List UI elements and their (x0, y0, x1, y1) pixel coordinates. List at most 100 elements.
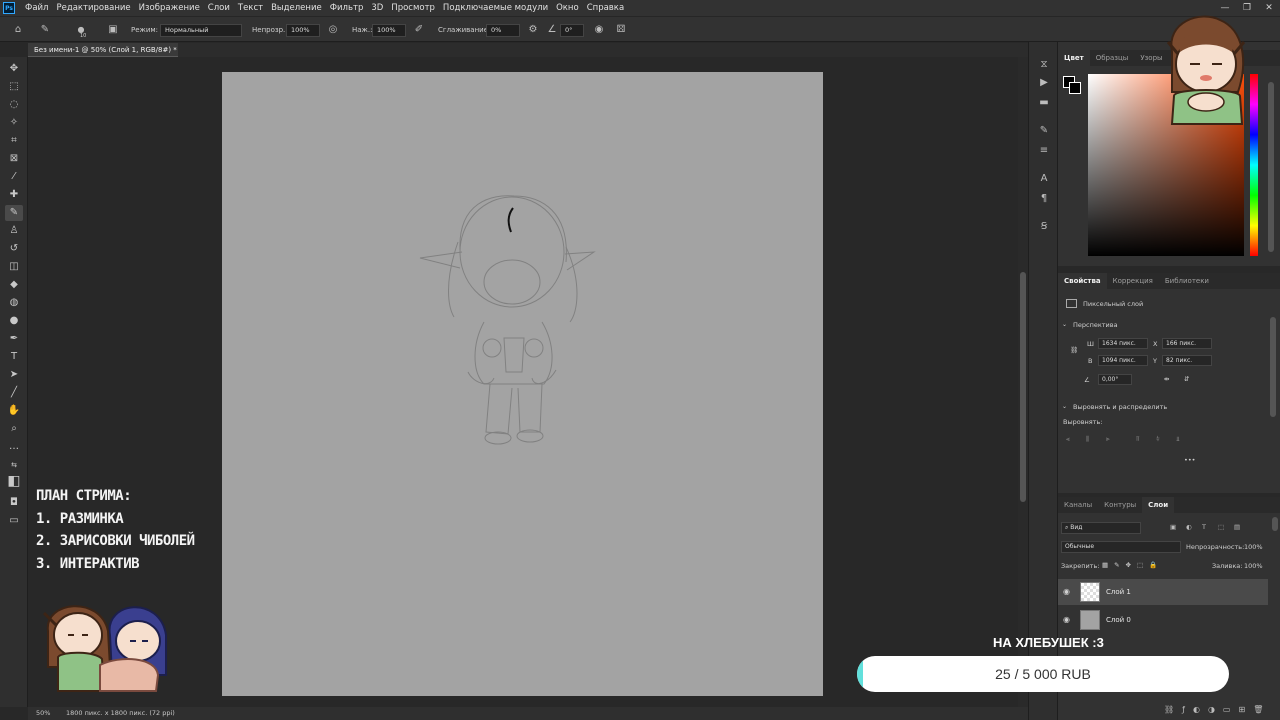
layer-row[interactable]: ◉ Слой 1 (1058, 579, 1268, 605)
eraser-tool-icon[interactable]: ◫ (5, 259, 23, 275)
opacity-field[interactable]: 100% (286, 24, 320, 37)
menu-file[interactable]: Файл (21, 3, 52, 13)
align-left-icon[interactable]: ⫷ (1066, 435, 1070, 444)
zoom-tool-icon[interactable]: ⌕ (5, 421, 23, 437)
chevron-down-icon[interactable]: ⌄ (1062, 321, 1067, 328)
brushes-icon[interactable]: ✎ (1037, 124, 1051, 138)
brush-tool-icon[interactable]: ✎ (5, 205, 23, 221)
layer-opacity-field[interactable]: 100% (1244, 543, 1263, 551)
tab-color[interactable]: Цвет (1058, 50, 1090, 66)
filter-shape-icon[interactable]: ⬚ (1218, 523, 1224, 531)
smoothing-settings-icon[interactable]: ⚙ (526, 23, 540, 37)
link-icon[interactable]: ⛓ (1070, 346, 1078, 354)
blend-mode-select[interactable]: Обычные (1061, 541, 1181, 553)
history-icon[interactable]: ⧖ (1037, 58, 1051, 72)
menu-help[interactable]: Справка (583, 3, 628, 13)
marquee-tool-icon[interactable]: ⬚ (5, 79, 23, 95)
align-bottom-icon[interactable]: ⫫ (1176, 435, 1180, 444)
comments-icon[interactable]: ▬ (1037, 96, 1051, 110)
airbrush-icon[interactable]: ✐ (412, 23, 426, 37)
layer-row[interactable]: ◉ Слой 0 (1058, 607, 1268, 633)
hue-slider[interactable] (1250, 74, 1258, 256)
menu-select[interactable]: Выделение (267, 3, 326, 13)
screen-mode-icon[interactable]: ▭ (5, 513, 23, 529)
glyphs-icon[interactable]: Ꞩ (1037, 220, 1051, 234)
filter-type-icon[interactable]: T (1202, 523, 1206, 531)
line-tool-icon[interactable]: ╱ (5, 385, 23, 401)
mode-select[interactable]: Нормальный (160, 24, 242, 37)
smoothing-field[interactable]: 0% (486, 24, 520, 37)
rotation-field[interactable]: 0,00° (1098, 374, 1132, 385)
bucket-tool-icon[interactable]: ◆ (5, 277, 23, 293)
lock-icons[interactable]: ▦✎✥⬚🔒 (1102, 561, 1163, 569)
brush-settings-icon[interactable]: ≡ (1037, 144, 1051, 158)
filter-pixel-icon[interactable]: ▣ (1170, 523, 1176, 531)
flip-vertical-icon[interactable]: ⇵ (1184, 375, 1189, 383)
healing-tool-icon[interactable]: ✚ (5, 187, 23, 203)
chevron-down-icon[interactable]: ⌄ (1062, 403, 1067, 410)
menu-text[interactable]: Текст (234, 3, 267, 13)
align-section-title[interactable]: Выровнять и распределить (1073, 403, 1167, 411)
layer-name[interactable]: Слой 1 (1106, 579, 1131, 605)
height-field[interactable]: 1094 пикс. (1098, 355, 1148, 366)
type-tool-icon[interactable]: T (5, 349, 23, 365)
quick-mask-icon[interactable]: ◘ (5, 495, 23, 511)
eyedropper-tool-icon[interactable]: ⁄ (5, 169, 23, 185)
blur-tool-icon[interactable]: ◍ (5, 295, 23, 311)
frame-tool-icon[interactable]: ⊠ (5, 151, 23, 167)
fill-field[interactable]: 100% (1244, 562, 1263, 570)
pen-tool-icon[interactable]: ✒ (5, 331, 23, 347)
angle-field[interactable]: 0° (560, 24, 584, 37)
move-tool-icon[interactable]: ✥ (5, 61, 23, 77)
document-canvas[interactable] (222, 72, 823, 696)
vertical-scroll-thumb[interactable] (1020, 272, 1026, 502)
pressure-opacity-icon[interactable]: ◎ (326, 23, 340, 37)
menu-image[interactable]: Изображение (135, 3, 204, 13)
pressure-size-icon[interactable]: ◉ (592, 23, 606, 37)
layers-scrollbar[interactable] (1272, 517, 1278, 531)
vertical-scrollbar[interactable] (1018, 57, 1028, 707)
color-swatches-icon[interactable]: ◧ (5, 473, 23, 489)
pressure-field[interactable]: 100% (372, 24, 406, 37)
brush-panel-icon[interactable]: ▣ (106, 23, 120, 37)
eye-icon[interactable]: ◉ (1063, 587, 1070, 596)
zoom-level[interactable]: 50% (36, 707, 50, 720)
crop-tool-icon[interactable]: ⌗ (5, 133, 23, 149)
filter-smart-icon[interactable]: ▤ (1234, 523, 1240, 531)
background-color-swatch[interactable] (1069, 82, 1081, 94)
path-select-tool-icon[interactable]: ➤ (5, 367, 23, 383)
lasso-tool-icon[interactable]: ◌ (5, 97, 23, 113)
character-icon[interactable]: A (1037, 172, 1051, 186)
tab-adjustments[interactable]: Коррекция (1107, 273, 1159, 289)
width-field[interactable]: 1634 пикс. (1098, 338, 1148, 349)
menu-3d[interactable]: 3D (367, 3, 387, 13)
document-tab[interactable]: Без имени-1 @ 50% (Слой 1, RGB/8#) * (28, 43, 178, 57)
more-options-icon[interactable]: ••• (1184, 456, 1196, 464)
menu-layers[interactable]: Слои (204, 3, 234, 13)
transform-section-title[interactable]: Перспектива (1073, 321, 1118, 329)
layer-actions-bar[interactable]: ⛓ƒ◐◑▭⊞🗑 (1164, 705, 1271, 714)
layer-name[interactable]: Слой 0 (1106, 607, 1131, 633)
layer-filter-select[interactable]: ⌕ Вид (1061, 522, 1141, 534)
menu-plugins[interactable]: Подключаемые модули (439, 3, 552, 13)
tab-libraries[interactable]: Библиотеки (1159, 273, 1215, 289)
filter-adjust-icon[interactable]: ◐ (1186, 523, 1192, 531)
align-center-icon[interactable]: ⫼ (1086, 435, 1089, 444)
menu-view[interactable]: Просмотр (387, 3, 439, 13)
more-tools-icon[interactable]: … (5, 439, 23, 455)
tab-layers[interactable]: Слои (1142, 497, 1175, 513)
close-button[interactable]: ✕ (1258, 0, 1280, 16)
tab-swatches[interactable]: Образцы (1090, 50, 1135, 66)
symmetry-icon[interactable]: ⚄ (614, 23, 628, 37)
x-field[interactable]: 166 пикс. (1162, 338, 1212, 349)
brush-tool-preset-icon[interactable]: ✎ (38, 23, 52, 37)
align-top-icon[interactable]: ⫪ (1136, 435, 1140, 444)
default-colors-icon[interactable]: ⇆ (5, 457, 23, 473)
color-panel-scrollbar[interactable] (1268, 82, 1274, 252)
actions-icon[interactable]: ▶ (1037, 76, 1051, 90)
dodge-tool-icon[interactable]: ● (5, 313, 23, 329)
align-right-icon[interactable]: ⫸ (1106, 435, 1110, 444)
history-brush-icon[interactable]: ↺ (5, 241, 23, 257)
paragraph-icon[interactable]: ¶ (1037, 192, 1051, 206)
quick-select-tool-icon[interactable]: ✧ (5, 115, 23, 131)
